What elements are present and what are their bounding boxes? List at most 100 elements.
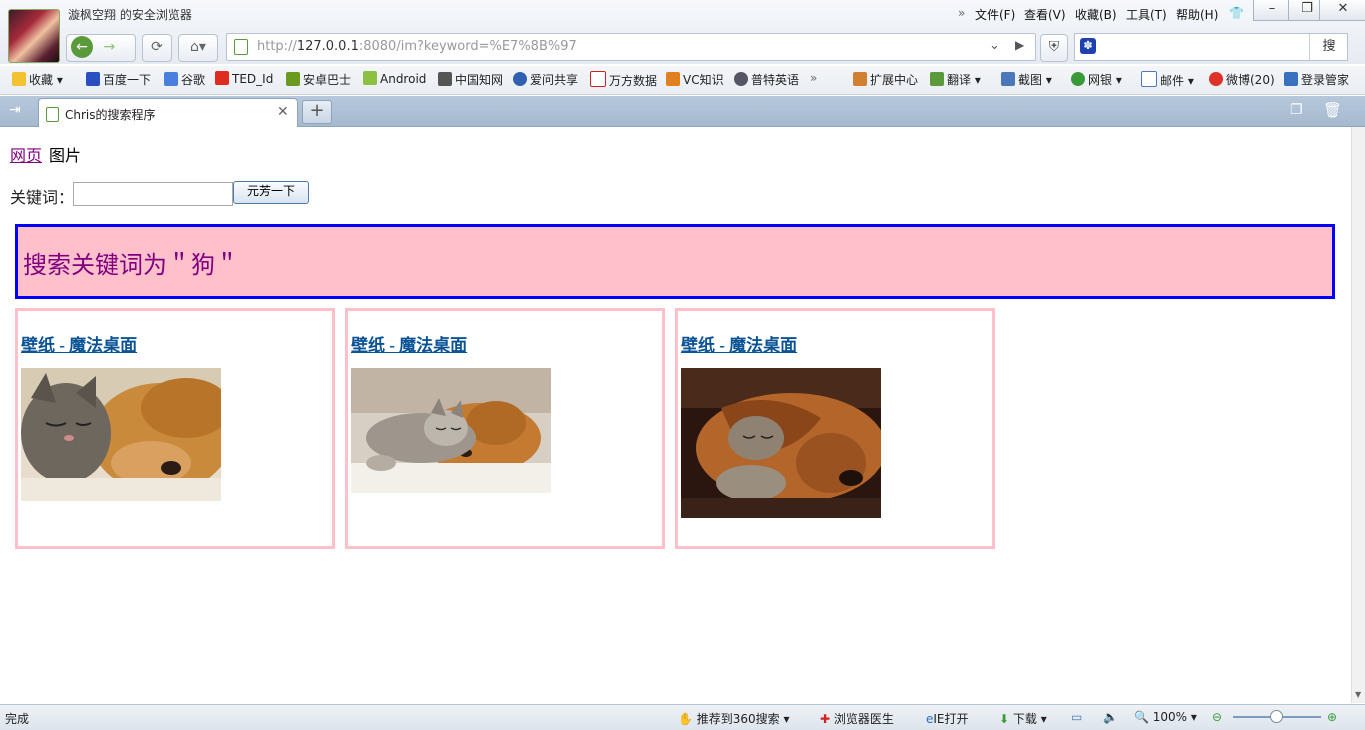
user-avatar[interactable] (8, 9, 60, 63)
search-button[interactable]: 搜 (1309, 34, 1348, 60)
page-content: 网页 图片 关键词： 元芳一下 搜索关键词为＂狗＂ 壁纸 - 魔法桌面 壁纸 -… (0, 127, 1351, 703)
menu-favorites[interactable]: 收藏(B) (1075, 6, 1117, 23)
download-icon: ⬇ (999, 712, 1010, 726)
tab-close-icon[interactable]: ✕ (277, 104, 289, 120)
page-icon (234, 39, 248, 55)
zoom-slider-thumb[interactable] (1270, 710, 1283, 723)
tab-active[interactable]: Chris的搜索程序 ✕ (38, 98, 298, 128)
trash-icon[interactable]: 🗑 (1323, 101, 1342, 119)
star-icon (12, 72, 26, 86)
screenshot-icon (1001, 72, 1015, 86)
go-icon[interactable]: ▶ (1015, 38, 1024, 52)
thumb-icon: ✋ (678, 712, 693, 726)
menu-file[interactable]: 文件(F) (975, 6, 1015, 23)
vertical-scrollbar[interactable]: ▼ (1351, 127, 1365, 703)
result-image-cat-bloodhound[interactable] (681, 368, 881, 518)
bookmark-baidu[interactable]: 百度一下 (86, 71, 151, 88)
scroll-down-icon[interactable]: ▼ (1355, 690, 1361, 699)
forward-icon[interactable]: → (103, 39, 115, 55)
baidu-icon (86, 72, 100, 86)
bank-icon (1071, 72, 1085, 86)
address-url[interactable]: http://127.0.0.1:8080/im?keyword=%E7%8B%… (257, 39, 577, 54)
extension-icon (853, 72, 867, 86)
baidu-paw-icon[interactable]: ✽ (1080, 38, 1096, 54)
tab-label: Chris的搜索程序 (65, 108, 156, 122)
keyword-label: 关键词： (10, 190, 75, 207)
zoom-in-icon[interactable]: ⊕ (1327, 710, 1337, 724)
skin-icon[interactable]: 👕 (1229, 6, 1244, 20)
bookmark-vc[interactable]: VC知识 (666, 71, 724, 88)
bookmark-ted[interactable]: TED_Id (215, 71, 273, 86)
status-ie-open[interactable]: eIE打开 (926, 710, 969, 727)
ext-login-manager[interactable]: 登录管家 (1284, 71, 1349, 88)
tab-page-icon (46, 107, 59, 122)
doctor-icon: ✚ (820, 712, 831, 726)
result-card: 壁纸 - 魔法桌面 (15, 308, 335, 549)
bookmark-iask[interactable]: 爱问共享 (513, 71, 578, 88)
ext-screenshot[interactable]: 截图 ▾ (1001, 71, 1052, 88)
keyword-input[interactable] (73, 182, 233, 206)
vc-icon (666, 72, 680, 86)
bookmark-favorites[interactable]: 收藏 ▾ (12, 71, 63, 88)
nav-web-link[interactable]: 网页 (10, 142, 42, 166)
ext-weibo[interactable]: 微博(20) (1209, 71, 1275, 88)
menu-help[interactable]: 帮助(H) (1176, 6, 1218, 23)
bookmark-putclub[interactable]: 普特英语 (734, 71, 799, 88)
bookmark-wanfang[interactable]: 万方数据 (590, 71, 657, 89)
ext-translate[interactable]: 翻译 ▾ (930, 71, 981, 88)
menu-view[interactable]: 查看(V) (1024, 6, 1066, 23)
ext-mail[interactable]: 邮件 ▾ (1141, 71, 1194, 89)
back-icon[interactable]: ← (71, 36, 93, 58)
more-chevron-icon[interactable]: » (958, 6, 965, 20)
ext-bank[interactable]: 网银 ▾ (1071, 71, 1122, 88)
anzhuo-icon (286, 72, 300, 86)
menu-tools[interactable]: 工具(T) (1126, 6, 1167, 23)
sidebar-toggle-icon[interactable]: ⇥ (9, 102, 21, 118)
volume-icon[interactable]: 🔈 (1103, 710, 1118, 724)
home-icon[interactable]: ⌂▾ (178, 34, 218, 62)
bookmark-anzhuo[interactable]: 安卓巴士 (286, 71, 351, 88)
new-tab-button[interactable]: + (302, 100, 332, 124)
status-bar: 完成 ✋ 推荐到360搜索 ▾ ✚ 浏览器医生 eIE打开 ⬇ 下载 ▾ ▭ 🔈… (0, 704, 1365, 730)
address-bar[interactable]: http://127.0.0.1:8080/im?keyword=%E7%8B%… (226, 33, 1036, 61)
zoom-icon: 🔍 (1134, 710, 1149, 724)
address-dropdown-icon[interactable]: ⌄ (989, 38, 1000, 53)
restore-tabs-icon[interactable]: ❐ (1290, 102, 1303, 118)
bookmark-google[interactable]: 谷歌 (164, 71, 205, 88)
key-icon (1284, 72, 1298, 86)
search-submit-button[interactable]: 元芳一下 (233, 181, 309, 204)
result-image-cat-dog[interactable] (21, 368, 221, 501)
window-title: 漩枫空翔 的安全浏览器 (68, 8, 192, 22)
nav-images-label: 图片 (49, 148, 82, 165)
refresh-icon[interactable]: ⟳ (142, 34, 172, 62)
status-text: 完成 (5, 712, 30, 726)
translate-icon (930, 72, 944, 86)
minimize-button[interactable]: – (1253, 0, 1291, 21)
close-window-button[interactable]: ✕ (1319, 0, 1365, 21)
result-title-link[interactable]: 壁纸 - 魔法桌面 (681, 331, 797, 356)
ext-center[interactable]: 扩展中心 (853, 71, 918, 88)
search-box[interactable]: ✽ 搜 (1074, 33, 1348, 61)
back-forward-group[interactable]: ← → (66, 34, 136, 62)
status-download[interactable]: ⬇ 下载 ▾ (999, 710, 1047, 727)
status-recommend-360[interactable]: ✋ 推荐到360搜索 ▾ (678, 710, 790, 727)
zoom-control[interactable]: 🔍 100% ▾ (1134, 710, 1197, 724)
headphone-icon (734, 72, 748, 86)
bookmark-android[interactable]: Android (363, 71, 426, 86)
banner-text: 搜索关键词为＂狗＂ (23, 253, 239, 279)
result-title-link[interactable]: 壁纸 - 魔法桌面 (21, 331, 137, 356)
iask-icon (513, 72, 527, 86)
result-title-link[interactable]: 壁纸 - 魔法桌面 (351, 331, 467, 356)
cnki-icon (438, 72, 452, 86)
status-browser-doctor[interactable]: ✚ 浏览器医生 (820, 710, 894, 727)
security-shield-icon[interactable]: ⛨ (1040, 34, 1068, 62)
bookmarks-more-icon[interactable]: » (810, 71, 817, 85)
bookmark-cnki[interactable]: 中国知网 (438, 71, 503, 88)
ted-icon (215, 71, 229, 85)
zoom-out-icon[interactable]: ⊖ (1212, 710, 1222, 724)
result-card: 壁纸 - 魔法桌面 (345, 308, 665, 549)
mail-icon (1141, 71, 1157, 87)
result-image-kitten-puppy[interactable] (351, 368, 551, 493)
window-icon[interactable]: ▭ (1071, 710, 1082, 724)
title-bar: 漩枫空翔 的安全浏览器 » 文件(F) 查看(V) 收藏(B) 工具(T) 帮助… (0, 0, 1365, 64)
